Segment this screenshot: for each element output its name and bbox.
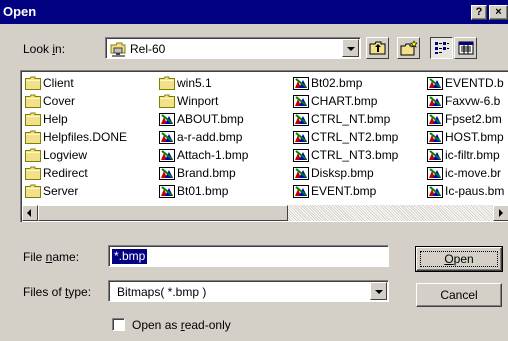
folder-icon xyxy=(159,94,175,108)
file-name-text: ic-move.br xyxy=(445,166,502,180)
file-name-label: File name: xyxy=(23,250,80,264)
bitmap-file-icon xyxy=(293,76,309,90)
bitmap-file-icon xyxy=(293,112,309,126)
bitmap-file-icon xyxy=(159,184,175,198)
file-name-text: Cover xyxy=(43,94,76,108)
bitmap-file-icon xyxy=(293,130,309,144)
list-view-icon xyxy=(435,42,449,54)
bitmap-file-icon xyxy=(427,184,443,198)
bitmap-file-icon xyxy=(159,148,175,162)
folder-icon xyxy=(25,112,41,126)
file-name-text: win5.1 xyxy=(177,76,212,90)
horizontal-scrollbar[interactable] xyxy=(22,205,508,221)
list-view-button[interactable] xyxy=(430,37,453,59)
look-in-value: Rel-60 xyxy=(130,42,166,56)
details-view-button[interactable] xyxy=(454,37,477,59)
folder-icon xyxy=(25,76,41,90)
file-name-text: HOST.bmp xyxy=(445,130,504,144)
bitmap-file-icon xyxy=(293,184,309,198)
bitmap-file-icon xyxy=(427,94,443,108)
file-name-value: *.bmp xyxy=(112,249,148,264)
dialog-title: Open xyxy=(3,4,37,19)
scroll-thumb[interactable] xyxy=(38,205,288,221)
look-in-dropdown[interactable]: Rel-60 xyxy=(105,37,361,59)
close-button[interactable]: × xyxy=(489,5,508,20)
help-icon: ? xyxy=(475,6,483,18)
file-name-text: Server xyxy=(43,184,79,198)
folder-icon xyxy=(25,130,41,144)
files-of-type-dropdown-arrow-icon[interactable] xyxy=(370,282,387,300)
file-name-text: Help xyxy=(43,112,68,126)
read-only-checkbox[interactable] xyxy=(112,318,125,331)
cancel-button[interactable]: Cancel xyxy=(416,283,502,307)
cancel-button-label: Cancel xyxy=(440,288,478,302)
bitmap-file-icon xyxy=(159,166,175,180)
bitmap-file-icon xyxy=(293,94,309,108)
file-name-text: Attach-1.bmp xyxy=(177,148,249,162)
file-name-text: Fpset2.bm xyxy=(445,112,502,126)
file-name-text: Logview xyxy=(43,148,88,162)
files-of-type-label: Files of type: xyxy=(23,285,92,299)
file-name-text: EVENT.bmp xyxy=(311,184,377,198)
scroll-left-arrow-icon[interactable] xyxy=(22,205,38,221)
create-new-folder-button[interactable] xyxy=(397,37,420,59)
files-of-type-value: Bitmaps( *.bmp ) xyxy=(117,285,207,299)
read-only-label[interactable]: Open as read-only xyxy=(132,318,231,332)
look-in-dropdown-arrow-icon[interactable] xyxy=(342,39,359,57)
file-name-text: ic-filtr.bmp xyxy=(445,148,500,162)
file-name-text: Ic-paus.bm xyxy=(445,184,505,198)
bitmap-file-icon xyxy=(427,166,443,180)
file-name-text: CTRL_NT3.bmp xyxy=(311,148,399,162)
file-list[interactable]: Client Cover Help Helpfiles.DONE Logview Redi… xyxy=(20,70,508,222)
open-button[interactable]: Open xyxy=(415,246,503,272)
open-dialog: Open ? × Look in: Rel-60 Client Cover He… xyxy=(0,0,508,341)
bitmap-file-icon xyxy=(427,130,443,144)
folder-icon xyxy=(159,76,175,90)
file-name-text: EVENTD.b xyxy=(445,76,504,90)
file-name-text: Winport xyxy=(177,94,219,108)
folder-icon xyxy=(25,94,41,108)
file-name-text: Client xyxy=(43,76,74,90)
bitmap-file-icon xyxy=(427,148,443,162)
file-name-text: Redirect xyxy=(43,166,88,180)
bitmap-file-icon xyxy=(159,112,175,126)
bitmap-file-icon xyxy=(159,130,175,144)
up-one-level-button[interactable] xyxy=(366,37,389,59)
file-name-input[interactable]: *.bmp xyxy=(108,245,389,267)
look-in-label: Look in: xyxy=(23,42,66,56)
details-view-icon xyxy=(458,41,474,55)
bitmap-file-icon xyxy=(293,166,309,180)
network-folder-icon xyxy=(110,42,126,57)
up-one-level-icon xyxy=(369,41,386,55)
file-name-text: CTRL_NT.bmp xyxy=(311,112,391,126)
files-of-type-dropdown[interactable]: Bitmaps( *.bmp ) xyxy=(108,280,389,302)
close-icon: × xyxy=(495,6,502,18)
folder-icon xyxy=(25,148,41,162)
bitmap-file-icon xyxy=(427,76,443,90)
file-name-text: Bt01.bmp xyxy=(177,184,229,198)
folder-icon xyxy=(25,166,41,180)
create-new-folder-icon xyxy=(400,40,418,56)
file-name-text: Bt02.bmp xyxy=(311,76,363,90)
bitmap-file-icon xyxy=(427,112,443,126)
file-name-text: Brand.bmp xyxy=(177,166,236,180)
file-name-text: Helpfiles.DONE xyxy=(43,130,128,144)
open-button-label: Open xyxy=(444,252,474,266)
file-name-text: CHART.bmp xyxy=(311,94,378,108)
file-name-text: a-r-add.bmp xyxy=(177,130,243,144)
file-name-text: Disksp.bmp xyxy=(311,166,374,180)
help-button[interactable]: ? xyxy=(471,5,487,20)
file-name-text: ABOUT.bmp xyxy=(177,112,244,126)
file-name-text: CTRL_NT2.bmp xyxy=(311,130,399,144)
folder-icon xyxy=(25,184,41,198)
file-name-text: Faxvw-6.b xyxy=(445,94,501,108)
bitmap-file-icon xyxy=(293,148,309,162)
title-bar[interactable]: Open ? × xyxy=(0,0,508,24)
scroll-right-arrow-icon[interactable] xyxy=(493,205,508,221)
